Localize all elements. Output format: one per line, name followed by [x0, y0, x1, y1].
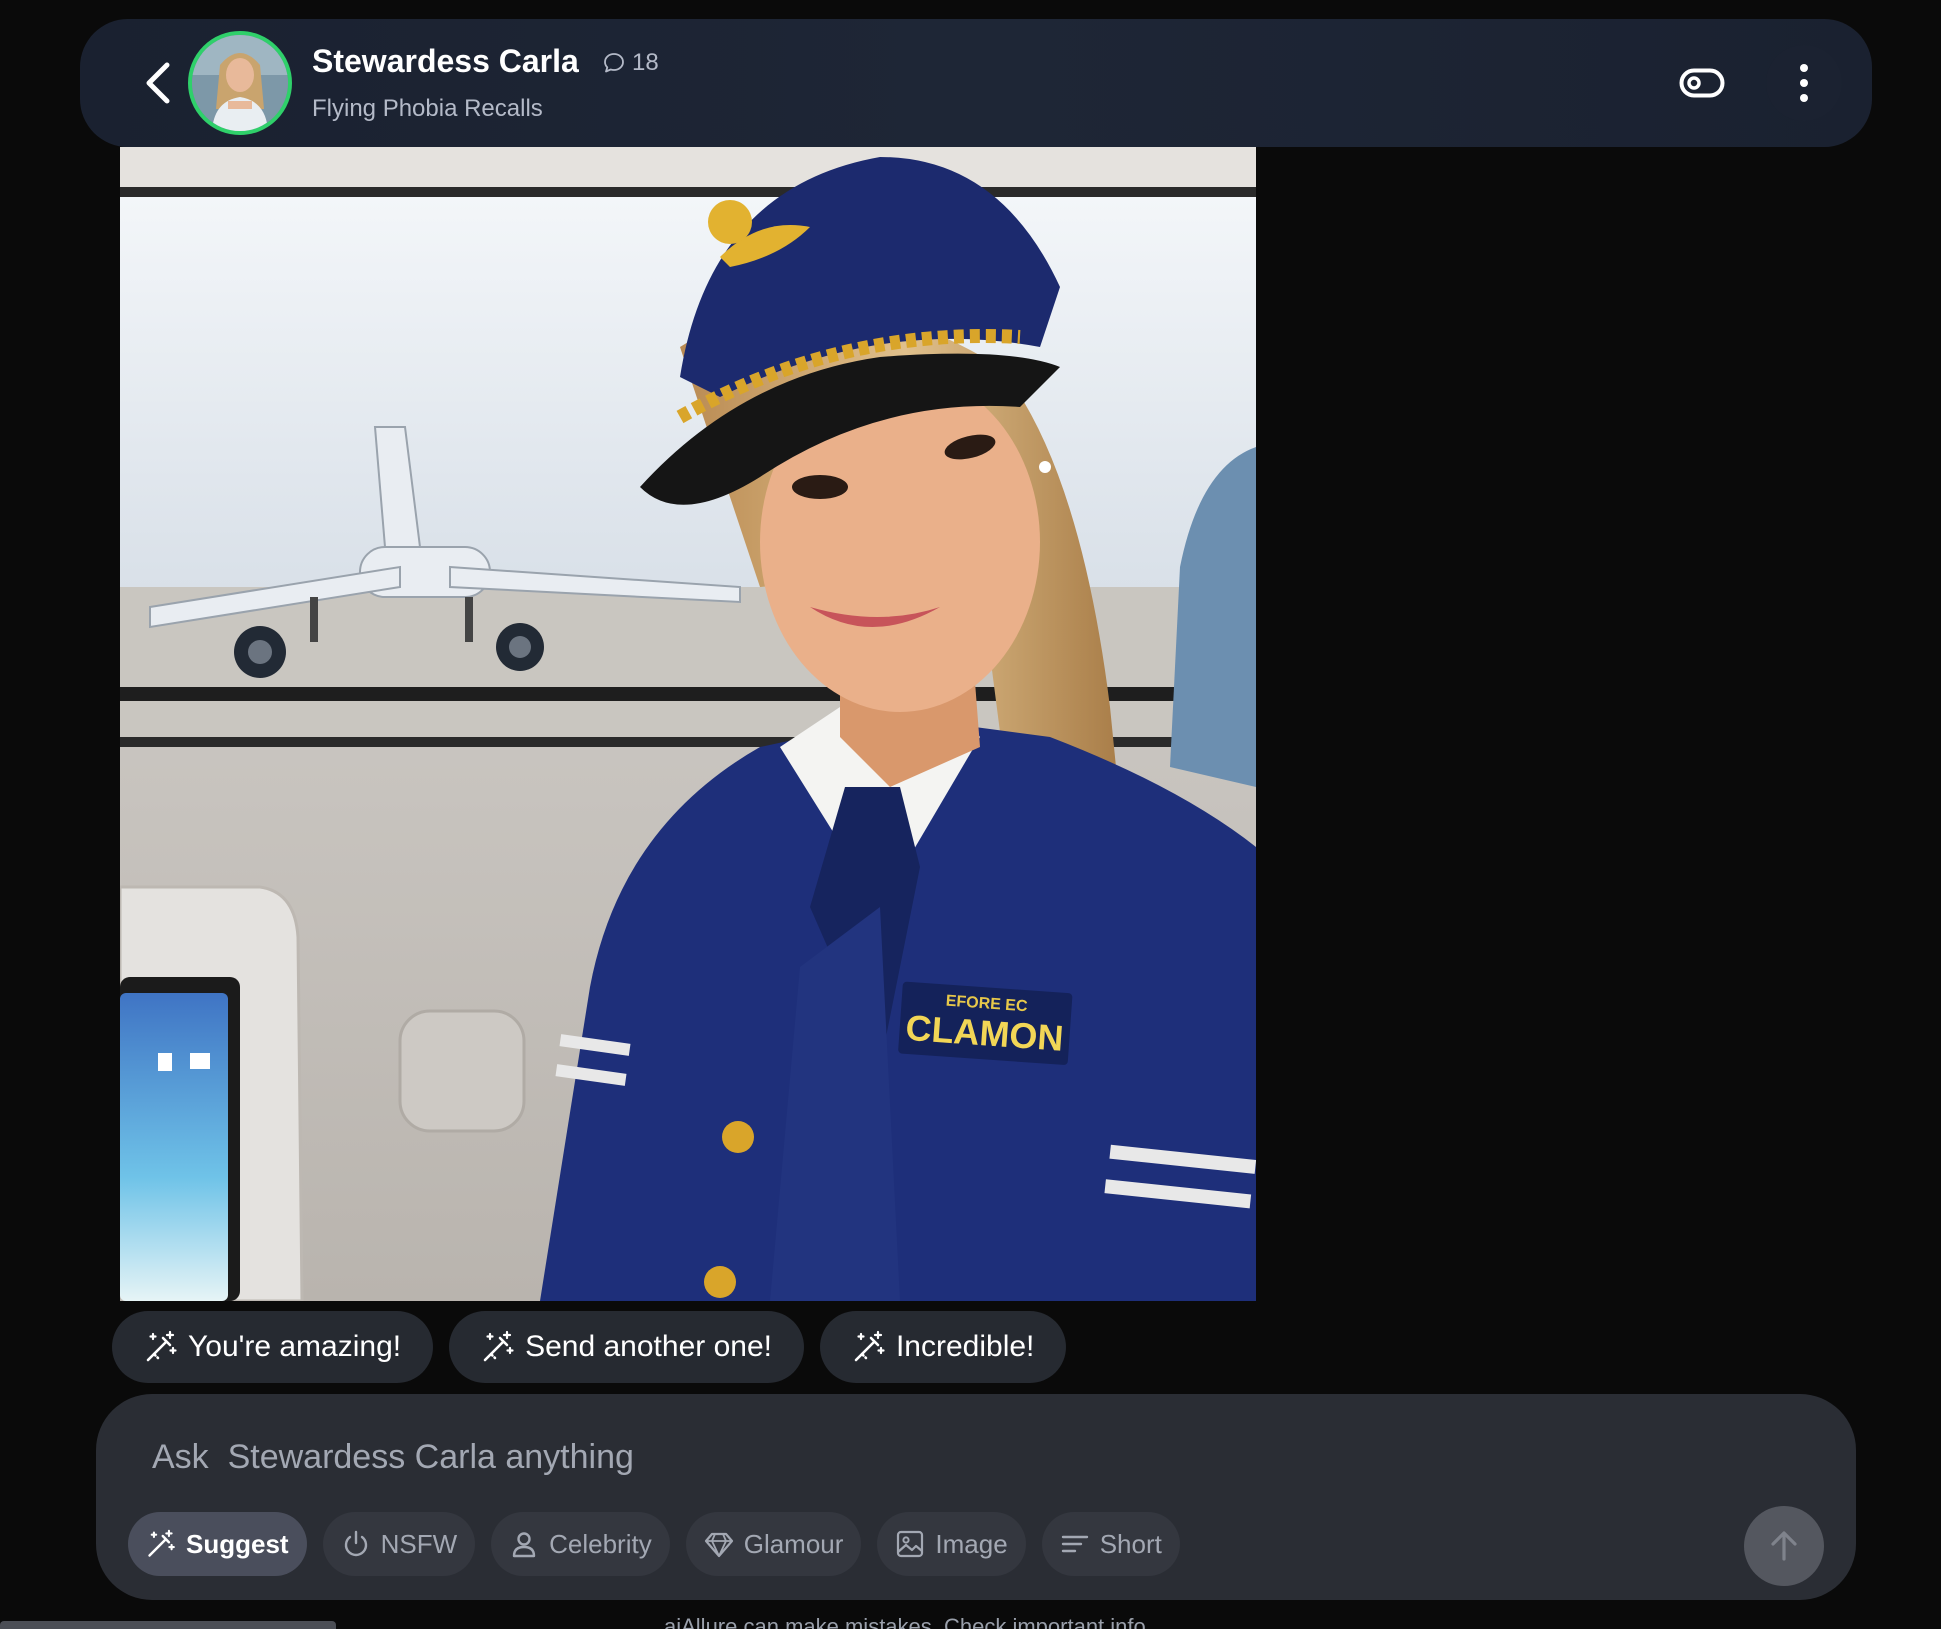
more-options-button[interactable]: [1766, 45, 1842, 121]
more-vertical-icon: [1799, 63, 1809, 103]
suggestion-label: Incredible!: [895, 1330, 1035, 1363]
suggestion-chip[interactable]: Send another one!: [449, 1311, 804, 1383]
suggestion-label: Send another one!: [525, 1330, 772, 1363]
tool-celebrity[interactable]: Celebrity: [491, 1512, 670, 1576]
suggestion-chips: You're amazing! Send another one! Incred…: [112, 1311, 1067, 1383]
toggle-button[interactable]: [1674, 59, 1730, 107]
message-image[interactable]: EFORE EC CLAMON: [120, 147, 1256, 1301]
tool-nsfw[interactable]: NSFW: [322, 1512, 476, 1576]
image-icon: [895, 1529, 925, 1559]
chat-bubble-icon: [602, 51, 626, 75]
magic-wand-icon: [146, 1529, 176, 1559]
chat-header: Stewardess Carla 18 Flying Phobia Recall…: [80, 19, 1872, 147]
avatar[interactable]: [188, 31, 292, 135]
tool-short[interactable]: Short: [1041, 1512, 1180, 1576]
chat-title: Stewardess Carla: [312, 43, 579, 79]
chat-subtitle: Flying Phobia Recalls: [312, 95, 543, 122]
composer-tools: Suggest NSFW Celebrity Glamour Image Sho…: [128, 1512, 1180, 1576]
text-lines-icon: [1060, 1529, 1090, 1559]
tool-label: Image: [935, 1528, 1008, 1559]
tool-image[interactable]: Image: [877, 1512, 1026, 1576]
tool-glamour[interactable]: Glamour: [685, 1512, 862, 1576]
message-count: 18: [602, 49, 659, 77]
back-button[interactable]: [130, 55, 186, 111]
power-icon: [341, 1529, 371, 1559]
tool-label: Celebrity: [549, 1528, 652, 1559]
toggle-icon: [1679, 68, 1725, 98]
suggestion-chip[interactable]: You're amazing!: [112, 1311, 434, 1383]
arrow-up-icon: [1767, 1529, 1801, 1563]
message-composer: Suggest NSFW Celebrity Glamour Image: [96, 1394, 1856, 1600]
tool-label: Glamour: [743, 1528, 844, 1559]
suggestion-chip[interactable]: Incredible!: [819, 1311, 1067, 1383]
scroll-indicator: [0, 1621, 336, 1629]
tool-suggest[interactable]: Suggest: [128, 1512, 307, 1576]
diamond-icon: [704, 1529, 734, 1559]
chevron-left-icon: [141, 61, 175, 105]
tool-label: Short: [1099, 1528, 1162, 1559]
magic-wand-icon: [481, 1330, 515, 1364]
suggestion-label: You're amazing!: [188, 1330, 402, 1363]
message-count-value: 18: [632, 49, 659, 76]
user-icon: [509, 1529, 539, 1559]
message-input[interactable]: [150, 1426, 1754, 1488]
magic-wand-icon: [852, 1330, 886, 1364]
send-button[interactable]: [1744, 1506, 1824, 1586]
disclaimer-text: aiAllure can make mistakes. Check import…: [664, 1614, 1152, 1629]
tool-label: NSFW: [380, 1528, 458, 1559]
magic-wand-icon: [144, 1330, 178, 1364]
tool-label: Suggest: [186, 1528, 289, 1559]
